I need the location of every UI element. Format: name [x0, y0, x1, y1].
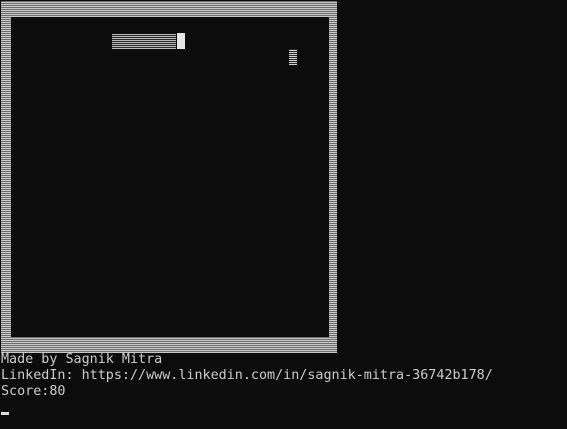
game-board	[11, 17, 329, 337]
linkedin-link-text: LinkedIn: https://www.linkedin.com/in/sa…	[1, 368, 493, 383]
snake-head	[177, 33, 185, 49]
credit-text: Made by Sagnik Mitra	[1, 352, 163, 367]
console-window: Made by Sagnik Mitra LinkedIn: https://w…	[0, 0, 567, 429]
game-board-border	[1, 1, 337, 353]
snake-body	[112, 34, 176, 49]
score-text: Score:80	[1, 384, 66, 399]
text-cursor	[1, 412, 9, 415]
food-pellet	[289, 49, 297, 65]
